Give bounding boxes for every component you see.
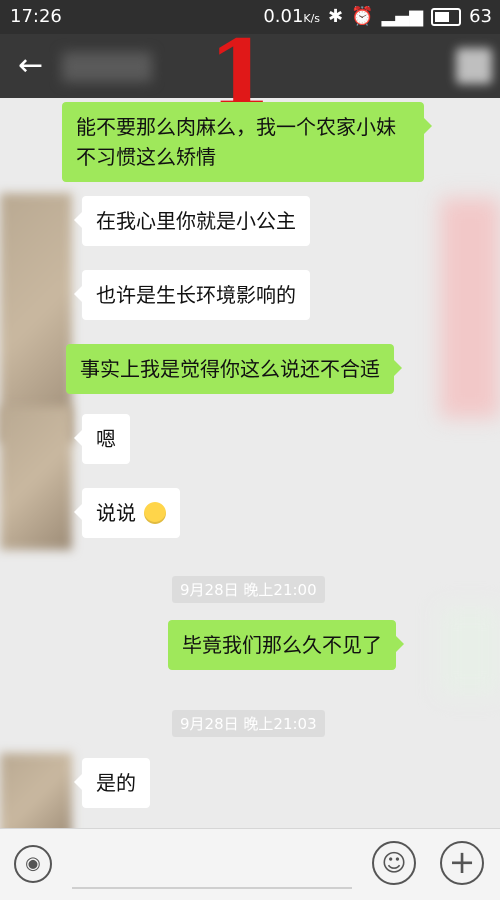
arrow-left-icon[interactable]: ← bbox=[18, 48, 54, 84]
battery-level: 63 bbox=[469, 6, 492, 27]
signal-icon: ▂▄▆ bbox=[381, 6, 424, 27]
blurred-contact-name bbox=[62, 52, 152, 82]
message-bubble-outgoing[interactable]: 事实上我是觉得你这么说还不合适 bbox=[66, 344, 402, 394]
timestamp: 9月28日 晚上21:03 bbox=[172, 710, 325, 737]
avatar bbox=[0, 406, 72, 550]
title-bar: ← 1 bbox=[0, 28, 500, 120]
contact-info-icon[interactable] bbox=[456, 48, 492, 84]
message-input[interactable] bbox=[72, 887, 352, 889]
alarm-icon: ⏰ bbox=[351, 6, 374, 27]
message-bubble-outgoing[interactable]: 能不要那么肉麻么，我一个农家小妹不习惯这么矫情 bbox=[62, 102, 432, 182]
timestamp: 9月28日 晚上21:00 bbox=[172, 576, 325, 603]
blurred-avatar-right bbox=[440, 606, 500, 696]
plus-icon[interactable]: + bbox=[440, 841, 484, 885]
message-bubble-incoming[interactable]: 是的 bbox=[74, 758, 150, 808]
message-bubble-incoming[interactable]: 也许是生长环境影响的 bbox=[74, 270, 310, 320]
status-right: 0.01K/s ✱ ⏰ ▂▄▆ 63 bbox=[263, 6, 492, 27]
status-time: 17:26 bbox=[10, 6, 62, 27]
message-bubble-incoming[interactable]: 在我心里你就是小公主 bbox=[74, 196, 310, 246]
smile-emoji-icon bbox=[144, 502, 167, 524]
battery-icon bbox=[431, 7, 462, 26]
chat-area[interactable]: 能不要那么肉麻么，我一个农家小妹不习惯这么矫情 在我心里你就是小公主 也许是生长… bbox=[0, 98, 500, 828]
emoji-icon[interactable]: ☺ bbox=[372, 841, 416, 885]
blurred-avatar-right bbox=[440, 198, 500, 418]
message-bubble-outgoing[interactable]: 毕竟我们那么久不见了 bbox=[168, 620, 404, 670]
message-bubble-incoming[interactable]: 嗯 bbox=[74, 414, 130, 464]
bluetooth-icon: ✱ bbox=[328, 6, 344, 27]
message-bubble-incoming[interactable]: 说说 bbox=[73, 488, 181, 538]
voice-icon[interactable]: ◉ bbox=[14, 845, 52, 883]
avatar bbox=[0, 753, 72, 828]
input-bar: ◉ ☺ + bbox=[0, 828, 500, 900]
